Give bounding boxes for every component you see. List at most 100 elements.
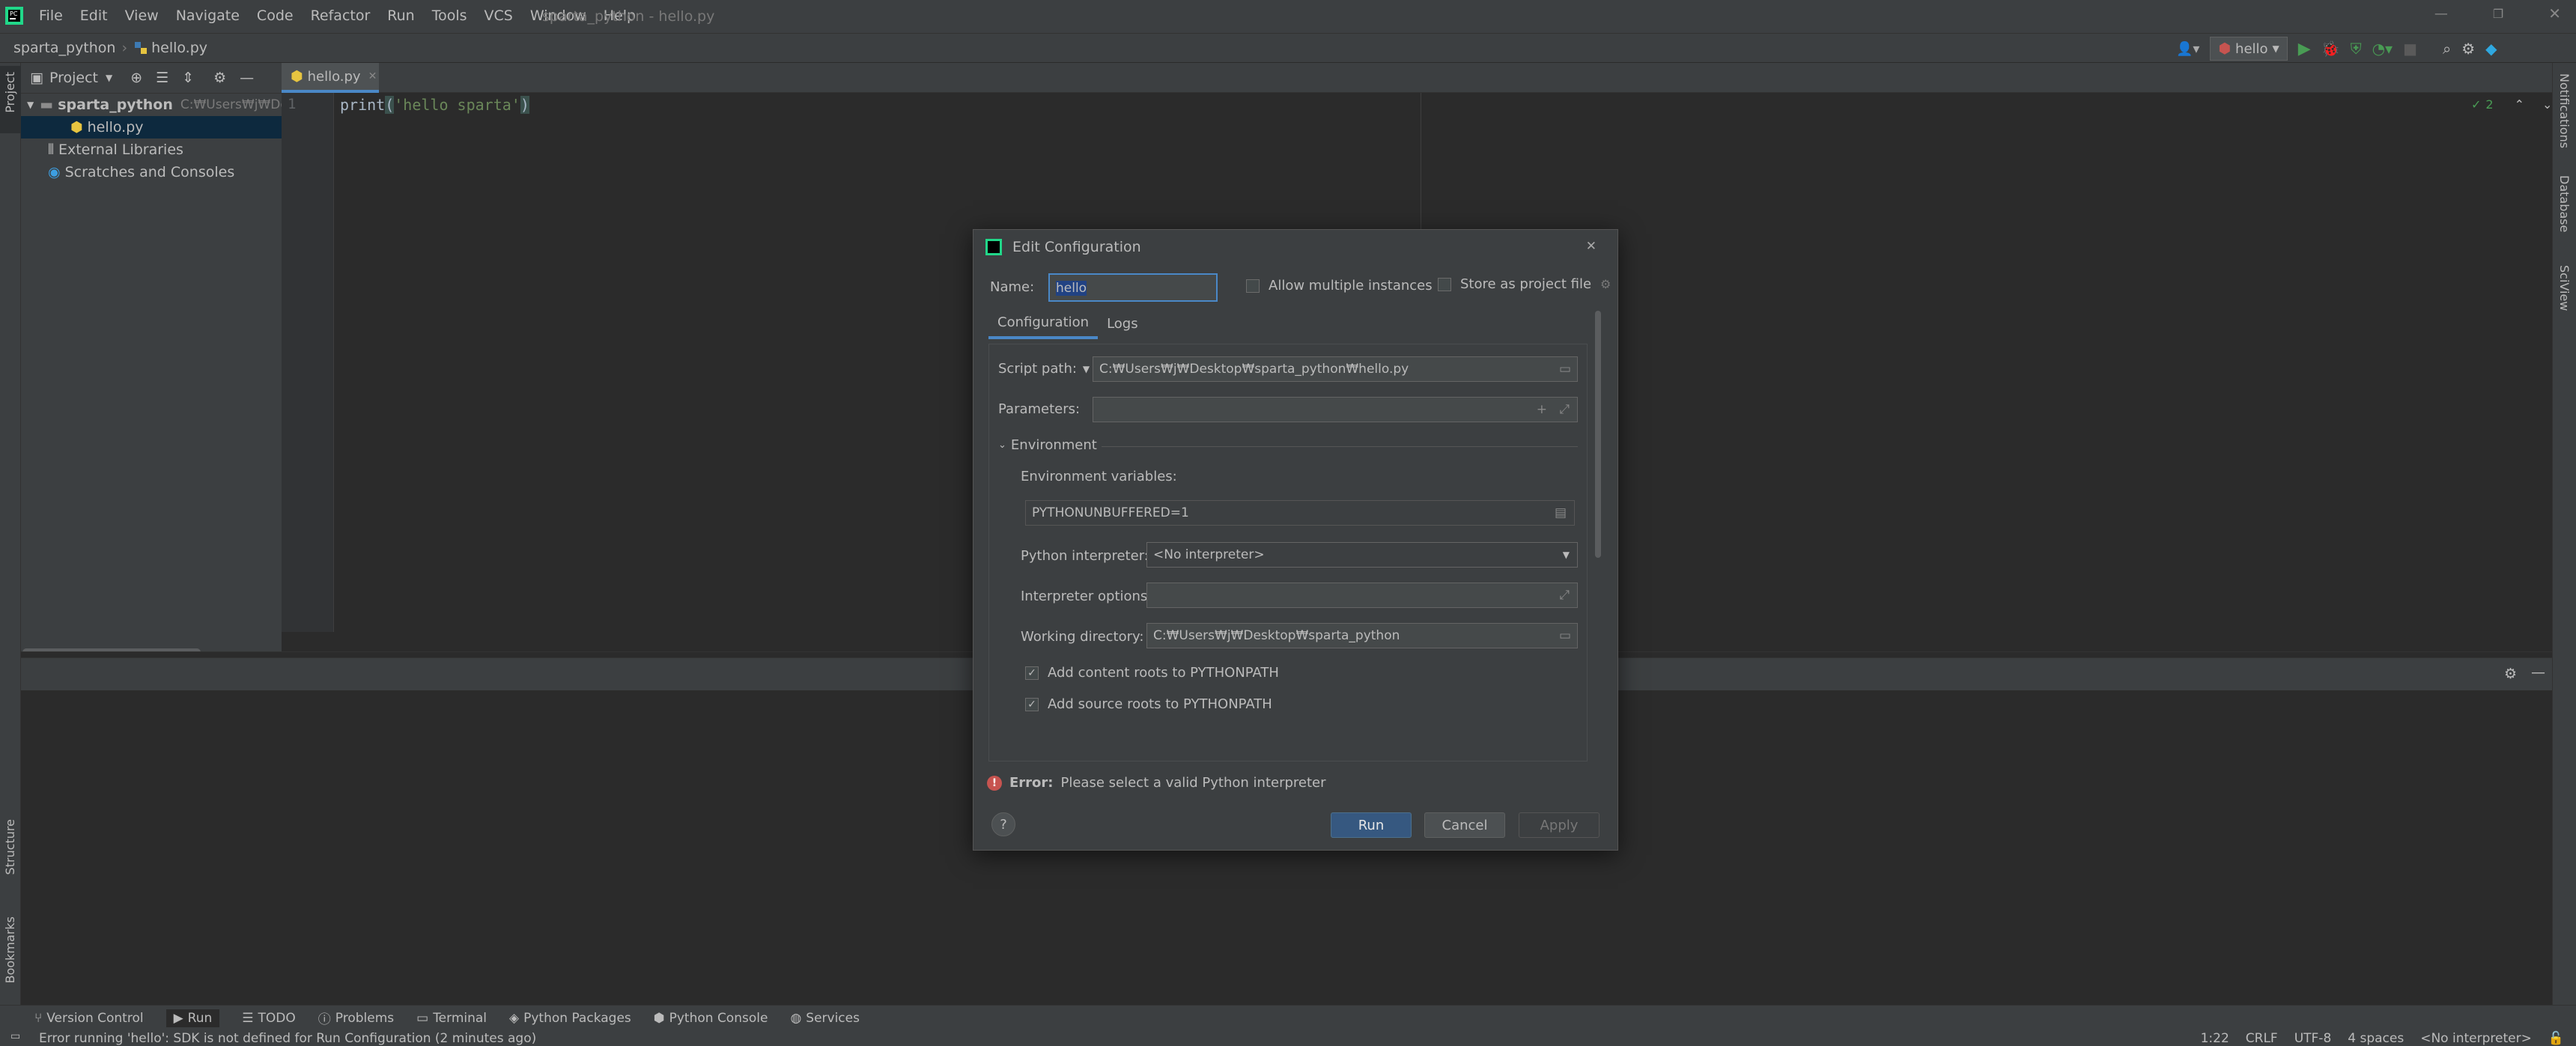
status-toggle-icon[interactable]: ▭ [10, 1030, 20, 1042]
project-panel-title[interactable]: Project [49, 70, 98, 86]
menu-vcs[interactable]: VCS [484, 7, 513, 24]
run-icon[interactable]: ▶ [2298, 40, 2311, 58]
bookmarks-tool-label[interactable]: Bookmarks [3, 916, 17, 983]
source-roots-checkbox[interactable]: ✓ [1025, 697, 1039, 711]
tree-item-external-libraries[interactable]: ⫴ External Libraries [21, 139, 282, 161]
allow-multiple-checkbox[interactable] [1246, 279, 1260, 293]
vertical-scrollbar[interactable] [1595, 311, 1601, 558]
interpreter-status[interactable]: <No interpreter> [2420, 1031, 2532, 1046]
tool-python-packages[interactable]: ◈ Python Packages [509, 1011, 631, 1026]
run-button[interactable]: Run [1331, 812, 1412, 838]
menu-tools[interactable]: Tools [432, 7, 467, 24]
chevron-down-icon[interactable]: ⌄ [2542, 97, 2552, 112]
menu-code[interactable]: Code [257, 7, 294, 24]
gear-icon[interactable]: ⚙ [1600, 277, 1611, 291]
working-dir-input[interactable]: C:₩Users₩j₩Desktop₩sparta_python ▭ [1146, 623, 1578, 648]
gear-icon[interactable]: ⚙ [213, 70, 226, 86]
coverage-icon[interactable]: ⛨ [2351, 40, 2362, 58]
tool-problems[interactable]: ⓘ Problems [318, 1009, 394, 1028]
tool-services[interactable]: ◍ Services [790, 1011, 860, 1026]
cancel-button[interactable]: Cancel [1424, 812, 1505, 838]
indent-setting[interactable]: 4 spaces [2348, 1031, 2404, 1046]
structure-tool-label[interactable]: Structure [3, 819, 17, 875]
menu-run[interactable]: Run [387, 7, 414, 24]
tool-terminal[interactable]: ▭ Terminal [416, 1011, 487, 1026]
close-icon[interactable]: ✕ [2548, 4, 2561, 22]
menu-refactor[interactable]: Refactor [311, 7, 371, 24]
breadcrumb-project[interactable]: sparta_python [13, 40, 115, 56]
tab-logs[interactable]: Logs [1098, 309, 1147, 338]
help-button[interactable]: ? [991, 812, 1015, 836]
breadcrumb-file[interactable]: hello.py [151, 40, 207, 56]
tree-item-project-root[interactable]: ▼ ▬ sparta_python C:₩Users₩j₩Deskt [21, 94, 282, 116]
line-separator[interactable]: CRLF [2246, 1031, 2278, 1046]
inspection-widget[interactable]: ✓ 2 ⌃ ⌄ [2471, 97, 2552, 112]
file-encoding[interactable]: UTF-8 [2294, 1031, 2332, 1046]
expand-arrow-icon[interactable]: ▼ [27, 100, 34, 110]
expand-icon[interactable]: ⤢ [1559, 588, 1570, 603]
interpreter-select[interactable]: <No interpreter> ▼ [1146, 542, 1578, 568]
jetbrains-logo-icon[interactable]: ◆ [2485, 40, 2497, 58]
tree-item-scratches[interactable]: ◉ Scratches and Consoles [21, 161, 282, 183]
tab-configuration[interactable]: Configuration [988, 308, 1099, 339]
caret-position[interactable]: 1:22 [2201, 1031, 2229, 1046]
tool-python-console[interactable]: ⬢ Python Console [654, 1011, 768, 1026]
chevron-up-icon[interactable]: ⌃ [2515, 97, 2524, 112]
code-function: print [340, 96, 386, 114]
run-config-selector[interactable]: ⬢ hello ▼ [2210, 37, 2288, 61]
expand-all-icon[interactable]: ☰ [156, 70, 168, 86]
hide-icon[interactable]: — [2531, 664, 2545, 681]
notifications-tool-label[interactable]: Notifications [2557, 73, 2572, 148]
folder-browse-icon[interactable]: ▭ [1559, 362, 1571, 377]
store-project-checkbox[interactable] [1438, 277, 1451, 291]
expand-icon[interactable]: ⤢ [1559, 402, 1570, 417]
gear-icon[interactable]: ⚙ [2504, 666, 2517, 682]
folder-browse-icon[interactable]: ▭ [1559, 628, 1571, 643]
debug-icon[interactable]: 🐞 [2321, 40, 2340, 58]
environment-section-toggle[interactable]: ⌄ Environment [998, 437, 1097, 453]
hide-icon[interactable]: — [240, 70, 254, 86]
name-input[interactable]: hello [1048, 273, 1218, 302]
restore-icon[interactable]: ❐ [2493, 7, 2503, 21]
parameters-input[interactable]: + ⤢ [1093, 397, 1578, 422]
apply-button[interactable]: Apply [1519, 812, 1600, 838]
database-tool-label[interactable]: Database [2557, 175, 2572, 232]
sciview-tool-label[interactable]: SciView [2557, 265, 2572, 311]
user-icon[interactable]: 👤▾ [2176, 41, 2199, 57]
menu-file[interactable]: File [39, 7, 63, 24]
content-roots-checkbox[interactable]: ✓ [1025, 666, 1039, 680]
edit-list-icon[interactable]: ▤ [1555, 505, 1567, 520]
env-vars-input[interactable]: PYTHONUNBUFFERED=1 ▤ [1025, 500, 1575, 526]
locate-icon[interactable]: ⊕ [130, 70, 142, 86]
stop-icon[interactable]: ■ [2403, 40, 2417, 58]
menu-navigate[interactable]: Navigate [176, 7, 240, 24]
tool-todo[interactable]: ☰ TODO [242, 1011, 296, 1026]
lock-icon[interactable]: 🔓 [2548, 1031, 2564, 1046]
tree-item-label: External Libraries [58, 142, 183, 158]
interp-options-input[interactable]: ⤢ [1146, 583, 1578, 608]
add-icon[interactable]: + [1537, 402, 1547, 417]
close-tab-icon[interactable]: ✕ [368, 70, 377, 82]
configuration-panel: Script path: ▼ C:₩Users₩j₩Desktop₩sparta… [988, 344, 1588, 761]
close-icon[interactable]: ✕ [1586, 239, 1597, 254]
menu-view[interactable]: View [125, 7, 159, 24]
parameters-label: Parameters: [998, 401, 1081, 417]
collapse-all-icon[interactable]: ⇕ [182, 70, 194, 86]
chevron-down-icon[interactable]: ▼ [1083, 364, 1090, 374]
gear-icon[interactable]: ⚙ [2461, 40, 2475, 58]
status-message[interactable]: Error running 'hello': SDK is not define… [39, 1031, 536, 1046]
project-tool-label: Project [3, 72, 17, 113]
tab-hello-py[interactable]: ⬢ hello.py ✕ [282, 63, 379, 93]
project-tool-tab[interactable]: Project [0, 66, 21, 133]
working-dir-label: Working directory: [1021, 629, 1144, 645]
todo-icon: ☰ [242, 1010, 254, 1026]
minimize-icon[interactable]: — [2434, 6, 2448, 22]
menu-edit[interactable]: Edit [80, 7, 108, 24]
script-path-input[interactable]: C:₩Users₩j₩Desktop₩sparta_python₩hello.p… [1093, 356, 1578, 382]
profile-icon[interactable]: ◔▾ [2372, 40, 2393, 58]
tool-version-control[interactable]: ⑂ Version Control [34, 1011, 144, 1026]
tree-item-hello-py[interactable]: ⬢ hello.py [21, 116, 282, 139]
tool-run[interactable]: ▶ Run [165, 1009, 220, 1027]
chevron-down-icon[interactable]: ▼ [106, 73, 112, 83]
search-icon[interactable]: ⌕ [2443, 40, 2451, 58]
